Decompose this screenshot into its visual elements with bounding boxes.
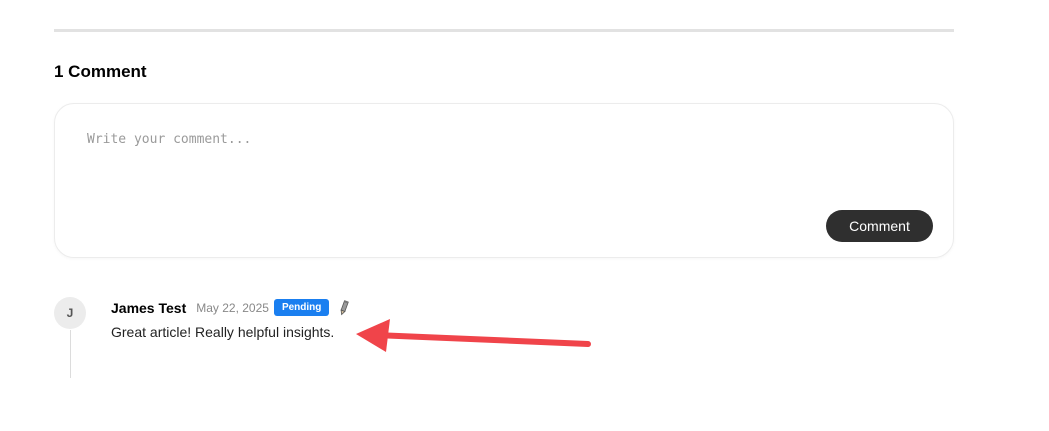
comment-text: Great article! Really helpful insights.: [111, 324, 335, 340]
pencil-icon[interactable]: [338, 299, 350, 316]
comments-heading: 1 Comment: [54, 62, 147, 81]
comment-input[interactable]: [87, 132, 907, 202]
avatar: J: [54, 297, 86, 329]
status-badge: Pending: [273, 299, 330, 316]
arrow-annotation: [356, 319, 591, 352]
comment-author: James Test: [111, 299, 187, 316]
thread-line: [70, 330, 71, 378]
section-divider: [54, 29, 954, 32]
comment-date: May 22, 2025: [196, 300, 269, 315]
comment-composer: Comment: [54, 103, 954, 258]
comment-meta: James Test May 22, 2025 Pending: [111, 299, 350, 316]
comment-submit-button[interactable]: Comment: [826, 210, 933, 242]
